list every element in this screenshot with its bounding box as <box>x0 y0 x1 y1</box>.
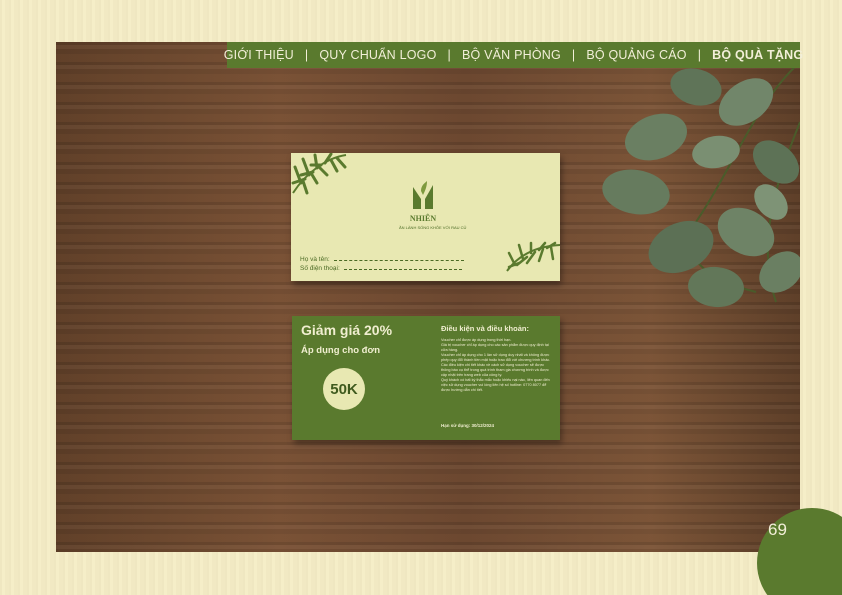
amount-badge: 50K <box>323 368 365 410</box>
phone-line <box>343 265 462 270</box>
name-label: Họ và tên: <box>300 256 330 263</box>
phone-label: Số điện thoại: <box>300 265 340 272</box>
nav-item-bo-quang-cao[interactable]: BỘ QUẢNG CÁO <box>585 48 687 62</box>
nav-separator: | <box>447 48 451 62</box>
terms-line: Voucher chỉ áp dụng cho 1 lần sử dụng du… <box>441 353 551 362</box>
palm-leaf-icon <box>506 241 560 272</box>
nav-item-bo-van-phong[interactable]: BỘ VĂN PHÒNG <box>461 48 562 62</box>
nav-separator: | <box>304 48 309 62</box>
discount-subtitle: Áp dụng cho đơn <box>301 345 381 356</box>
eucalyptus-leaves-icon <box>602 61 800 308</box>
nav-item-bo-qua-tang[interactable]: BỘ QUÀ TẶNG <box>711 48 804 62</box>
expiry-date: Hạn sử dụng: 30/12/2024 <box>441 423 495 428</box>
nhien-logo: NHIÊN <box>410 181 436 223</box>
discount-title: Giảm giá 20% <box>301 322 393 338</box>
nav-separator: | <box>697 48 702 62</box>
wood-background-photo <box>56 42 800 552</box>
terms-line: Giá trị voucher chỉ áp dụng cho các sản … <box>441 343 549 352</box>
phone-field: Số điện thoại: <box>300 265 462 272</box>
name-line <box>333 256 464 261</box>
top-navigation: GIỚI THIỆU | QUY CHUẨN LOGO | BỘ VĂN PHÒ… <box>224 42 803 68</box>
palm-leaf-icon <box>291 153 347 195</box>
nav-separator: | <box>571 48 576 62</box>
brand-tagline: ĂN LÀNH SỐNG KHỎE VỚI RAU CỦ <box>399 225 467 230</box>
nav-item-gioi-thieu[interactable]: GIỚI THIỆU <box>223 48 295 62</box>
name-field: Họ và tên: <box>300 256 464 263</box>
page-number: 69 <box>768 520 787 539</box>
terms-text: Voucher chỉ được áp dụng trong thời hạn.… <box>441 338 553 393</box>
terms-line: Các điều kiện chi tiết khác về cách sử d… <box>441 363 549 377</box>
brand-name: NHIÊN <box>410 213 436 223</box>
nav-item-quy-chuan-logo[interactable]: QUY CHUẨN LOGO <box>318 48 437 62</box>
voucher-card-front: NHIÊN ĂN LÀNH SỐNG KHỎE VỚI RAU CỦ Họ và… <box>291 153 560 281</box>
voucher-card-back: Giảm giá 20% Áp dụng cho đơn 50K Điều ki… <box>292 316 560 440</box>
terms-line: Quý khách có bất kỳ thắc mắc hoặc khiếu … <box>441 378 550 392</box>
terms-title: Điều kiện và điều khoản: <box>441 324 529 333</box>
